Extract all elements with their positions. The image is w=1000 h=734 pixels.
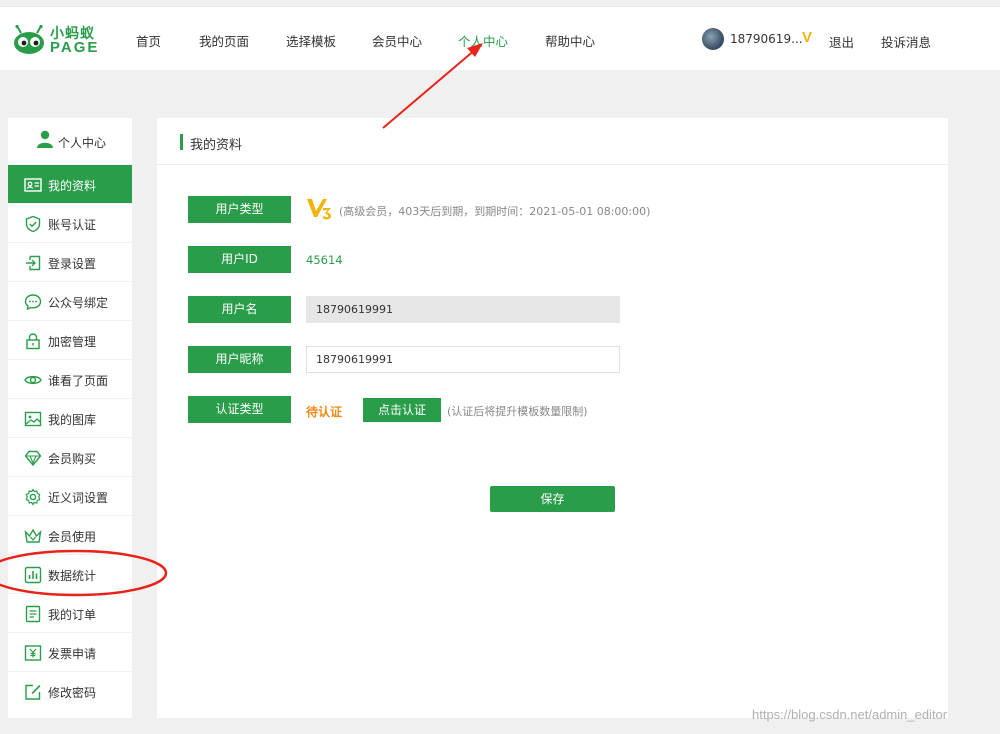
sidebar-item-my-profile[interactable]: 我的资料 <box>8 164 132 203</box>
verify-note: (认证后将提升模板数量限制) <box>447 405 588 418</box>
sidebar-item-member-usage[interactable]: 会员使用 <box>8 515 132 554</box>
panel-title: 我的资料 <box>190 138 243 153</box>
nav-help-center[interactable]: 帮助中心 <box>545 31 595 50</box>
site-logo[interactable]: 小蚂蚁 PAGE <box>12 21 104 61</box>
sidebar-header: 个人中心 <box>8 118 132 164</box>
sidebar-item-label: 登录设置 <box>48 257 97 271</box>
nav-choose-template[interactable]: 选择模板 <box>286 31 336 50</box>
eye-icon <box>24 375 42 385</box>
save-button[interactable]: 保存 <box>490 486 615 512</box>
sidebar-item-encryption[interactable]: 加密管理 <box>8 320 132 359</box>
logout-link[interactable]: 退出 <box>829 32 854 51</box>
sidebar-item-wechat-binding[interactable]: 公众号绑定 <box>8 281 132 320</box>
sidebar-item-label: 我的订单 <box>48 608 97 622</box>
username-link[interactable]: 18790619... <box>730 32 803 46</box>
verify-status: 待认证 <box>306 405 343 419</box>
sidebar-item-label: 账号认证 <box>48 218 97 232</box>
sidebar: 个人中心 我的资料 账号认证 登录设置 公众号绑定 加密管理 谁看了页面 我的图… <box>8 118 132 718</box>
username-label: 用户名 <box>188 296 291 323</box>
sidebar-item-account-verify[interactable]: 账号认证 <box>8 203 132 242</box>
top-header: 小蚂蚁 PAGE 首页 我的页面 选择模板 会员中心 个人中心 帮助中心 187… <box>0 6 1000 70</box>
nav-home[interactable]: 首页 <box>136 31 161 50</box>
image-icon <box>24 411 42 427</box>
sidebar-item-my-orders[interactable]: 我的订单 <box>8 593 132 632</box>
nav-my-pages[interactable]: 我的页面 <box>199 31 249 50</box>
sidebar-item-page-viewers[interactable]: 谁看了页面 <box>8 359 132 398</box>
sidebar-item-data-statistics[interactable]: 数据统计 <box>8 554 132 593</box>
nav-member-center[interactable]: 会员中心 <box>372 31 422 50</box>
order-list-icon <box>25 605 41 623</box>
login-icon <box>26 255 41 271</box>
watermark: https://blog.csdn.net/admin_editor <box>752 707 948 722</box>
bar-chart-icon <box>24 566 42 584</box>
vip-expiry-note: (高级会员，403天后到期，到期时间：2021-05-01 08:00:00) <box>339 205 651 218</box>
chat-bubble-icon <box>24 294 42 311</box>
sidebar-item-label: 发票申请 <box>48 647 97 661</box>
ant-logo-icon <box>14 25 44 54</box>
verify-button[interactable]: 点击认证 <box>363 398 441 422</box>
sidebar-item-member-purchase[interactable]: 会员购买 <box>8 437 132 476</box>
gear-icon <box>25 488 41 506</box>
sidebar-item-label: 公众号绑定 <box>48 296 109 310</box>
sidebar-item-login-settings[interactable]: 登录设置 <box>8 242 132 281</box>
sidebar-item-label: 我的资料 <box>48 179 97 193</box>
sidebar-item-my-gallery[interactable]: 我的图库 <box>8 398 132 437</box>
user-id-label: 用户ID <box>188 246 291 273</box>
sidebar-item-label: 谁看了页面 <box>48 374 109 388</box>
nickname-input[interactable]: 18790619991 <box>306 346 620 373</box>
sidebar-item-label: 加密管理 <box>48 335 97 349</box>
sidebar-item-change-password[interactable]: 修改密码 <box>8 671 132 710</box>
verify-type-label: 认证类型 <box>188 396 291 423</box>
sidebar-item-synonym-settings[interactable]: 近义词设置 <box>8 476 132 515</box>
user-avatar[interactable] <box>702 28 724 50</box>
sidebar-item-label: 会员购买 <box>48 452 97 466</box>
user-id-value: 45614 <box>306 253 343 267</box>
sidebar-item-label: 修改密码 <box>48 686 97 700</box>
edit-icon <box>25 684 41 700</box>
nickname-label: 用户昵称 <box>188 346 291 373</box>
sidebar-item-invoice-request[interactable]: 发票申请 <box>8 632 132 671</box>
logo-text-en: PAGE <box>50 39 100 56</box>
complaint-messages-link[interactable]: 投诉消息 <box>881 32 931 51</box>
sidebar-title: 个人中心 <box>58 136 107 150</box>
invoice-icon <box>24 645 42 661</box>
user-type-label: 用户类型 <box>188 196 291 223</box>
vip-level-v3-icon <box>307 199 331 220</box>
nav-personal-center[interactable]: 个人中心 <box>458 31 508 50</box>
sidebar-item-label: 我的图库 <box>48 413 97 427</box>
sidebar-item-label: 数据统计 <box>48 569 97 583</box>
username-field: 18790619991 <box>306 296 620 323</box>
panel-header: 我的资料 <box>157 118 948 165</box>
profile-panel: 我的资料 用户类型 (高级会员，403天后到期，到期时间：2021-05-01 … <box>157 118 948 718</box>
vip-badge-icon: V <box>802 29 813 46</box>
diamond-icon <box>24 450 42 467</box>
profile-card-icon <box>24 178 42 192</box>
lock-icon <box>26 333 40 350</box>
sidebar-item-label: 会员使用 <box>48 530 97 544</box>
user-icon <box>37 130 53 148</box>
sidebar-item-label: 近义词设置 <box>48 491 109 505</box>
crown-icon <box>24 528 42 543</box>
title-accent-bar <box>180 134 183 150</box>
shield-check-icon <box>25 215 41 233</box>
